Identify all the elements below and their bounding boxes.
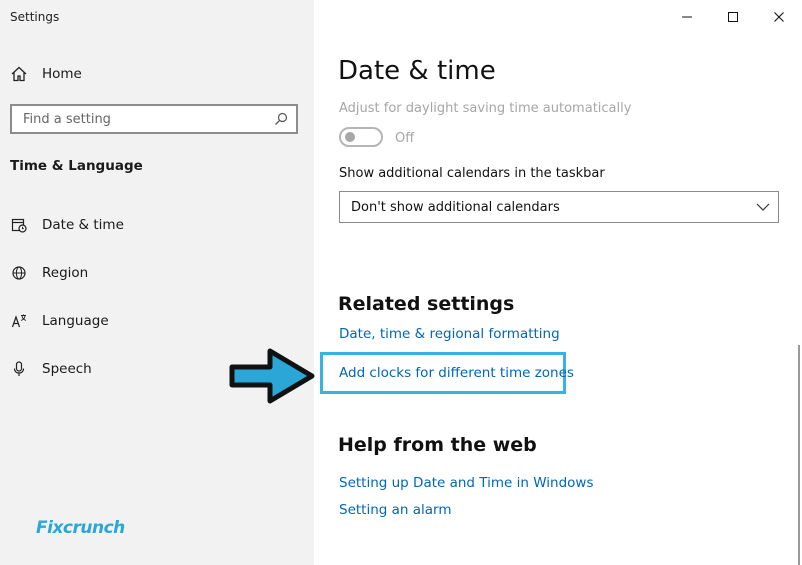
maximize-icon — [728, 12, 738, 22]
link-add-clocks[interactable]: Add clocks for different time zones — [339, 365, 574, 381]
close-icon — [774, 12, 784, 22]
link-help-alarm[interactable]: Setting an alarm — [339, 502, 452, 518]
dropdown-selected-value: Don't show additional calendars — [351, 199, 560, 215]
arrow-pointer-icon — [229, 348, 315, 404]
window-title: Settings — [10, 10, 60, 24]
nav-home-label: Home — [42, 66, 82, 82]
link-help-date-time[interactable]: Setting up Date and Time in Windows — [339, 475, 593, 491]
related-settings-heading: Related settings — [338, 293, 515, 315]
sidebar-item-label: Date & time — [42, 217, 124, 233]
chevron-down-icon — [756, 203, 770, 211]
sidebar-item-date-time[interactable]: Date & time — [10, 212, 124, 238]
search-box[interactable] — [10, 104, 298, 134]
nav-home[interactable]: Home — [10, 62, 82, 86]
microphone-icon — [10, 360, 28, 378]
minimize-button[interactable] — [664, 6, 710, 28]
calendar-clock-icon — [10, 216, 28, 234]
minimize-icon — [682, 16, 692, 18]
section-title: Time & Language — [10, 158, 143, 174]
dst-toggle[interactable] — [339, 127, 383, 147]
watermark-logo: Fixcrunch — [36, 518, 125, 538]
sidebar: Settings Home Time & Language Date & tim… — [0, 0, 314, 565]
search-input[interactable] — [23, 111, 253, 127]
page-title: Date & time — [338, 56, 496, 86]
home-icon — [11, 66, 27, 82]
toggle-knob — [345, 132, 355, 142]
close-button[interactable] — [756, 6, 802, 28]
search-icon[interactable] — [274, 112, 288, 126]
sidebar-item-region[interactable]: Region — [10, 260, 88, 286]
maximize-button[interactable] — [710, 6, 756, 28]
sidebar-item-speech[interactable]: Speech — [10, 356, 92, 382]
sidebar-item-label: Speech — [42, 361, 92, 377]
dst-toggle-state: Off — [395, 131, 415, 146]
language-icon — [10, 312, 28, 330]
dst-label: Adjust for daylight saving time automati… — [339, 101, 632, 116]
calendars-label: Show additional calendars in the taskbar — [339, 166, 605, 181]
scrollbar[interactable] — [798, 345, 800, 565]
calendars-dropdown[interactable]: Don't show additional calendars — [339, 191, 779, 223]
globe-icon — [10, 264, 28, 282]
link-regional-formatting[interactable]: Date, time & regional formatting — [339, 326, 560, 342]
help-heading: Help from the web — [338, 434, 537, 456]
window-controls — [664, 6, 802, 28]
sidebar-item-label: Region — [42, 265, 89, 281]
sidebar-item-language[interactable]: Language — [10, 308, 109, 334]
sidebar-item-label: Language — [42, 313, 109, 329]
